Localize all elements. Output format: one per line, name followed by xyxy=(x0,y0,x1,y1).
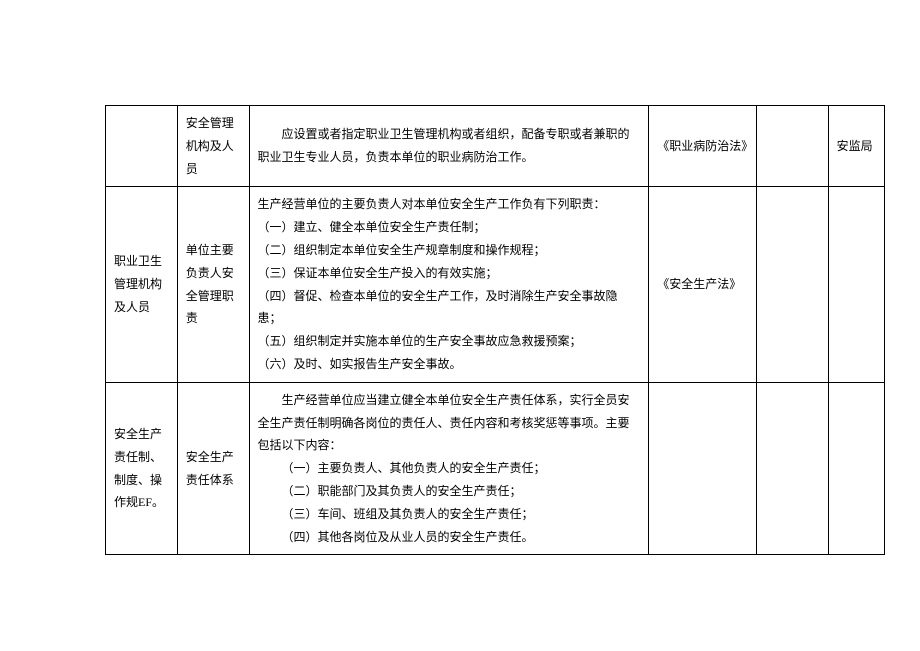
content-item: （三）车间、班组及其负责人的安全生产责任； xyxy=(258,503,641,526)
table-row: 安全生产责任制、制度、操作规EF。 安全生产责任体系 生产经营单位应当建立健全本… xyxy=(106,382,885,555)
cell-content: 应设置或者指定职业卫生管理机构或者组织，配备专职或者兼职的职业卫生专业人员，负责… xyxy=(249,106,649,187)
cell-law: 《安全生产法》 xyxy=(649,187,757,382)
cell-blank xyxy=(756,106,828,187)
content-line: （六）及时、如实报告生产安全事故。 xyxy=(258,353,641,376)
cell-authority: 安监局 xyxy=(828,106,884,187)
cell-category: 职业卫生管理机构及人员 xyxy=(106,187,178,382)
table-row: 职业卫生管理机构及人员 单位主要负责人安全管理职责 生产经营单位的主要负责人对本… xyxy=(106,187,885,382)
cell-authority xyxy=(828,187,884,382)
cell-content: 生产经营单位的主要负责人对本单位安全生产工作负有下列职责： （一）建立、健全本单… xyxy=(249,187,649,382)
cell-law: 《职业病防治法》 xyxy=(649,106,757,187)
cell-category xyxy=(106,106,178,187)
cell-blank xyxy=(756,187,828,382)
cell-content: 生产经营单位应当建立健全本单位安全生产责任体系，实行全员安全生产责任制明确各岗位… xyxy=(249,382,649,555)
content-line: （四）督促、检查本单位的安全生产工作，及时消除生产安全事故隐患； xyxy=(258,285,641,331)
cell-law xyxy=(649,382,757,555)
document-table-container: 安全管理机构及人员 应设置或者指定职业卫生管理机构或者组织，配备专职或者兼职的职… xyxy=(105,105,885,555)
cell-subcategory: 单位主要负责人安全管理职责 xyxy=(177,187,249,382)
content-item: （二）职能部门及其负责人的安全生产责任； xyxy=(258,480,641,503)
content-text: 应设置或者指定职业卫生管理机构或者组织，配备专职或者兼职的职业卫生专业人员，负责… xyxy=(258,123,641,169)
content-line: （三）保证本单位安全生产投入的有效实施； xyxy=(258,262,641,285)
cell-blank xyxy=(756,382,828,555)
content-item: （四）其他各岗位及从业人员的安全生产责任。 xyxy=(258,526,641,549)
regulation-table: 安全管理机构及人员 应设置或者指定职业卫生管理机构或者组织，配备专职或者兼职的职… xyxy=(105,105,885,555)
content-item: （一）主要负责人、其他负责人的安全生产责任； xyxy=(258,457,641,480)
content-line: （二）组织制定本单位安全生产规章制度和操作规程； xyxy=(258,239,641,262)
content-intro: 生产经营单位应当建立健全本单位安全生产责任体系，实行全员安全生产责任制明确各岗位… xyxy=(258,389,641,457)
cell-category: 安全生产责任制、制度、操作规EF。 xyxy=(106,382,178,555)
content-line: 生产经营单位的主要负责人对本单位安全生产工作负有下列职责： xyxy=(258,193,641,216)
category-suffix: EF。 xyxy=(138,495,164,509)
content-line: （五）组织制定并实施本单位的生产安全事故应急救援预案； xyxy=(258,330,641,353)
content-line: （一）建立、健全本单位安全生产责任制； xyxy=(258,216,641,239)
table-row: 安全管理机构及人员 应设置或者指定职业卫生管理机构或者组织，配备专职或者兼职的职… xyxy=(106,106,885,187)
cell-authority xyxy=(828,382,884,555)
cell-subcategory: 安全生产责任体系 xyxy=(177,382,249,555)
cell-subcategory: 安全管理机构及人员 xyxy=(177,106,249,187)
